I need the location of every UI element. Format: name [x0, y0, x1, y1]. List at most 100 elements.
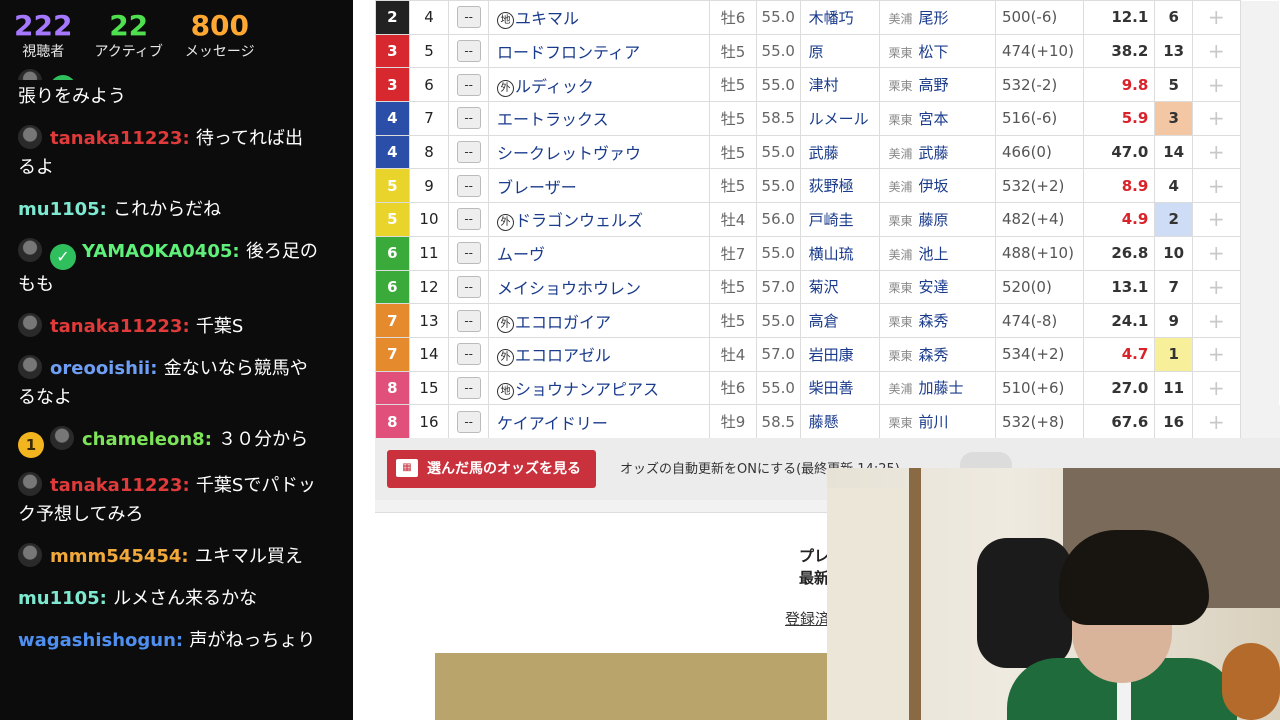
horse-name-link[interactable]: ショウナンアピアス [515, 380, 659, 399]
add-favorite-icon[interactable]: + [1192, 168, 1241, 204]
mark-select[interactable]: -- [456, 376, 481, 399]
trainer-link[interactable]: 宮本 [919, 110, 949, 128]
trainer-link[interactable]: 池上 [919, 245, 949, 263]
jockey-link[interactable]: 津村 [799, 67, 881, 103]
add-favorite-icon[interactable]: + [1192, 336, 1241, 372]
horse-name-link[interactable]: エコロアゼル [515, 346, 611, 365]
row-spacer [1240, 101, 1280, 136]
mark-select[interactable]: -- [456, 73, 481, 96]
trainer-link[interactable]: 藤原 [919, 211, 949, 229]
carried-weight: 56.0 [755, 202, 801, 237]
horse-name-link[interactable]: シークレットヴァウ [497, 144, 641, 163]
trainer-link[interactable]: 加藤士 [919, 379, 964, 397]
chat-username[interactable]: mmm545454 [50, 546, 181, 567]
add-favorite-icon[interactable]: + [1192, 0, 1241, 35]
registered-link[interactable]: 登録済 [785, 608, 830, 629]
horse-name-link[interactable]: ロードフロンティア [497, 43, 640, 62]
jockey-link[interactable]: 原 [799, 33, 881, 69]
jockey-link[interactable]: 高倉 [799, 303, 881, 338]
add-favorite-icon[interactable]: + [1192, 235, 1241, 271]
mark-select[interactable]: -- [456, 309, 481, 332]
table-row: 7 13 -- 外エコロガイア 牡5 55.0 高倉 栗東 森秀 474(-8) 24.1 9 + [375, 303, 1280, 338]
view-odds-button[interactable]: ▦ 選んだ馬のオッズを見る [387, 450, 596, 488]
stable-area: 美浦 [888, 247, 913, 262]
jockey-link[interactable]: 藤懸 [799, 404, 881, 439]
jockey-link[interactable]: 横山琉 [799, 235, 881, 271]
add-favorite-icon[interactable]: + [1192, 303, 1241, 338]
horse-name-cell: メイショウホウレン [488, 269, 711, 305]
mark-select[interactable]: -- [456, 174, 481, 197]
chat-message: tanaka11223: 千葉Sでパドック予想してみろ [18, 471, 318, 529]
mark-select[interactable]: -- [456, 343, 481, 366]
chat-username[interactable]: tanaka11223 [50, 128, 182, 149]
mark-select[interactable]: -- [456, 40, 481, 63]
chat-username[interactable]: mu1105 [18, 588, 100, 609]
add-favorite-icon[interactable]: + [1192, 134, 1241, 170]
add-favorite-icon[interactable]: + [1192, 370, 1241, 406]
chat-username[interactable]: mu1105 [18, 199, 100, 220]
horse-weight: 482(+4) [994, 202, 1084, 237]
mark-select[interactable]: -- [456, 275, 481, 298]
trainer-link[interactable]: 尾形 [919, 9, 949, 27]
chat-username[interactable]: chameleon8 [82, 429, 205, 450]
sex-age: 牡4 [709, 336, 757, 372]
horse-name-link[interactable]: ムーヴ [497, 245, 545, 264]
mark-select[interactable]: -- [456, 6, 481, 29]
trainer-cell: 栗東 藤原 [879, 202, 996, 237]
jockey-link[interactable]: 荻野極 [799, 168, 881, 204]
table-row: 6 12 -- メイショウホウレン 牡5 57.0 菊沢 栗東 安達 520(0) 13.1 7 + [375, 269, 1280, 305]
trainer-link[interactable]: 伊坂 [919, 177, 949, 195]
mark-select[interactable]: -- [456, 107, 481, 130]
chat-username[interactable]: YAMAOKA0405 [82, 241, 232, 262]
chat-username[interactable]: oreooishii [50, 358, 150, 379]
chat-text: ルメさん来るかな [113, 588, 258, 609]
add-favorite-icon[interactable]: + [1192, 33, 1241, 69]
stable-area: 栗東 [888, 315, 913, 330]
horse-number: 7 [408, 101, 450, 136]
jockey-link[interactable]: 武藤 [799, 134, 881, 170]
jockey-link[interactable]: 岩田康 [799, 336, 881, 372]
horse-name-link[interactable]: ケイアイドリー [497, 414, 608, 433]
mark-select[interactable]: -- [456, 242, 481, 265]
mark-cell: -- [448, 202, 490, 237]
horse-name-link[interactable]: エートラックス [497, 110, 609, 129]
table-row: 8 15 -- 地ショウナンアピアス 牡6 55.0 柴田善 美浦 加藤士 510(+6) 27.0… [375, 370, 1280, 406]
chat-separator: : [182, 128, 196, 149]
horse-name-link[interactable]: ユキマル [515, 9, 579, 28]
popularity: 11 [1154, 370, 1194, 406]
trainer-link[interactable]: 武藤 [919, 144, 949, 162]
popularity: 1 [1154, 336, 1194, 372]
trainer-link[interactable]: 高野 [919, 76, 949, 94]
horse-name-link[interactable]: メイショウホウレン [497, 279, 641, 298]
mark-select[interactable]: -- [456, 141, 481, 164]
jockey-link[interactable]: 柴田善 [799, 370, 881, 406]
add-favorite-icon[interactable]: + [1192, 202, 1241, 237]
jockey-link[interactable]: 戸崎圭 [799, 202, 881, 237]
horse-name-link[interactable]: エコロガイア [515, 313, 611, 332]
jockey-link[interactable]: 菊沢 [799, 269, 881, 305]
avatar [18, 472, 42, 496]
trainer-link[interactable]: 安達 [919, 278, 949, 296]
trainer-link[interactable]: 森秀 [919, 312, 949, 330]
add-favorite-icon[interactable]: + [1192, 67, 1241, 103]
trainer-link[interactable]: 前川 [919, 413, 949, 431]
add-favorite-icon[interactable]: + [1192, 404, 1241, 439]
stat-label: 視聴者 [22, 44, 65, 60]
horse-number: 15 [408, 370, 450, 406]
add-favorite-icon[interactable]: + [1192, 101, 1241, 136]
mark-select[interactable]: -- [456, 410, 481, 433]
chat-username[interactable]: tanaka11223 [50, 316, 182, 337]
chat-username[interactable]: tanaka11223 [50, 475, 182, 496]
trainer-link[interactable]: 森秀 [919, 346, 949, 364]
mark-select[interactable]: -- [456, 208, 481, 231]
waku-number: 7 [375, 336, 410, 372]
horse-name-link[interactable]: ブレーザー [497, 178, 577, 197]
waku-number: 8 [375, 370, 410, 406]
add-favorite-icon[interactable]: + [1192, 269, 1241, 305]
horse-name-link[interactable]: ドラゴンウェルズ [515, 211, 643, 230]
jockey-link[interactable]: ルメール [799, 101, 881, 136]
trainer-link[interactable]: 松下 [919, 43, 949, 61]
horse-name-link[interactable]: ルディック [515, 77, 594, 96]
jockey-link[interactable]: 木幡巧 [799, 0, 881, 35]
chat-username[interactable]: wagashishogun [18, 630, 176, 651]
